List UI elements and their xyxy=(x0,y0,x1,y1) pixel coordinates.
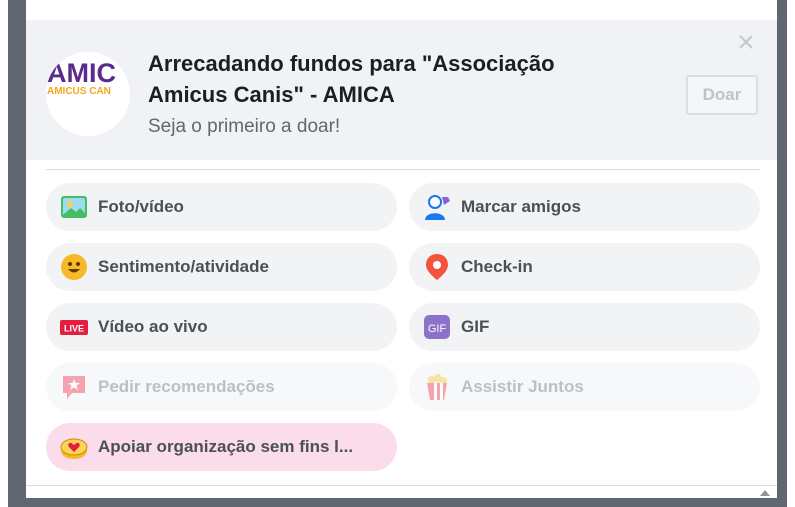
window-frame-top xyxy=(26,0,777,9)
tag-friends-icon xyxy=(423,193,451,221)
feeling-activity-option[interactable]: Sentimento/atividade xyxy=(46,243,397,291)
live-video-label: Vídeo ao vivo xyxy=(98,317,208,336)
photo-video-label: Foto/vídeo xyxy=(98,197,184,216)
gif-option[interactable]: GIF GIF xyxy=(409,303,760,351)
fundraiser-title: Arrecadando fundos para "Associação Amic… xyxy=(148,51,555,107)
svg-text:AMIC: AMIC xyxy=(47,58,116,88)
window-frame-left xyxy=(8,0,26,507)
recommendation-icon xyxy=(60,373,88,401)
nonprofit-heart-icon xyxy=(60,433,88,461)
close-icon[interactable] xyxy=(736,32,756,52)
divider xyxy=(46,169,760,170)
photo-video-option[interactable]: Foto/vídeo xyxy=(46,183,397,231)
watch-together-option[interactable]: Assistir Juntos xyxy=(409,363,760,411)
donate-button[interactable]: Doar xyxy=(686,75,758,115)
check-in-option[interactable]: Check-in xyxy=(409,243,760,291)
window-frame-right xyxy=(777,0,787,507)
tag-friends-label: Marcar amigos xyxy=(461,197,581,216)
check-in-label: Check-in xyxy=(461,257,533,276)
feeling-activity-label: Sentimento/atividade xyxy=(98,257,269,276)
location-pin-icon xyxy=(423,253,451,281)
watch-party-popcorn-icon xyxy=(423,373,451,401)
watch-together-label: Assistir Juntos xyxy=(461,377,584,396)
gif-icon: GIF xyxy=(423,313,451,341)
fundraiser-logo: AMIC AMICUS CAN xyxy=(46,52,130,136)
ask-recommendations-option[interactable]: Pedir recomendações xyxy=(46,363,397,411)
support-nonprofit-option[interactable]: Apoiar organização sem fins l... xyxy=(46,423,397,471)
fundraiser-header: AMIC AMICUS CAN Arrecadando fundos para … xyxy=(26,20,777,160)
support-nonprofit-label: Apoiar organização sem fins l... xyxy=(98,437,354,456)
svg-text:GIF: GIF xyxy=(428,323,447,335)
fundraiser-subtitle: Seja o primeiro a doar! xyxy=(148,116,341,137)
window-frame-bottom xyxy=(8,498,787,507)
tag-friends-option[interactable]: Marcar amigos xyxy=(409,183,760,231)
composer-panel: AMIC AMICUS CAN Arrecadando fundos para … xyxy=(26,9,777,498)
live-video-option[interactable]: LIVE Vídeo ao vivo xyxy=(46,303,397,351)
live-video-icon: LIVE xyxy=(60,313,88,341)
divider xyxy=(26,485,777,486)
ask-recommendations-label: Pedir recomendações xyxy=(98,377,275,396)
svg-text:AMICUS CAN: AMICUS CAN xyxy=(47,86,111,97)
gif-label: GIF xyxy=(461,317,490,336)
feeling-emoji-icon xyxy=(60,253,88,281)
scroll-up-arrow-icon[interactable] xyxy=(755,488,775,498)
svg-text:LIVE: LIVE xyxy=(64,324,84,334)
photo-video-icon xyxy=(60,193,88,221)
